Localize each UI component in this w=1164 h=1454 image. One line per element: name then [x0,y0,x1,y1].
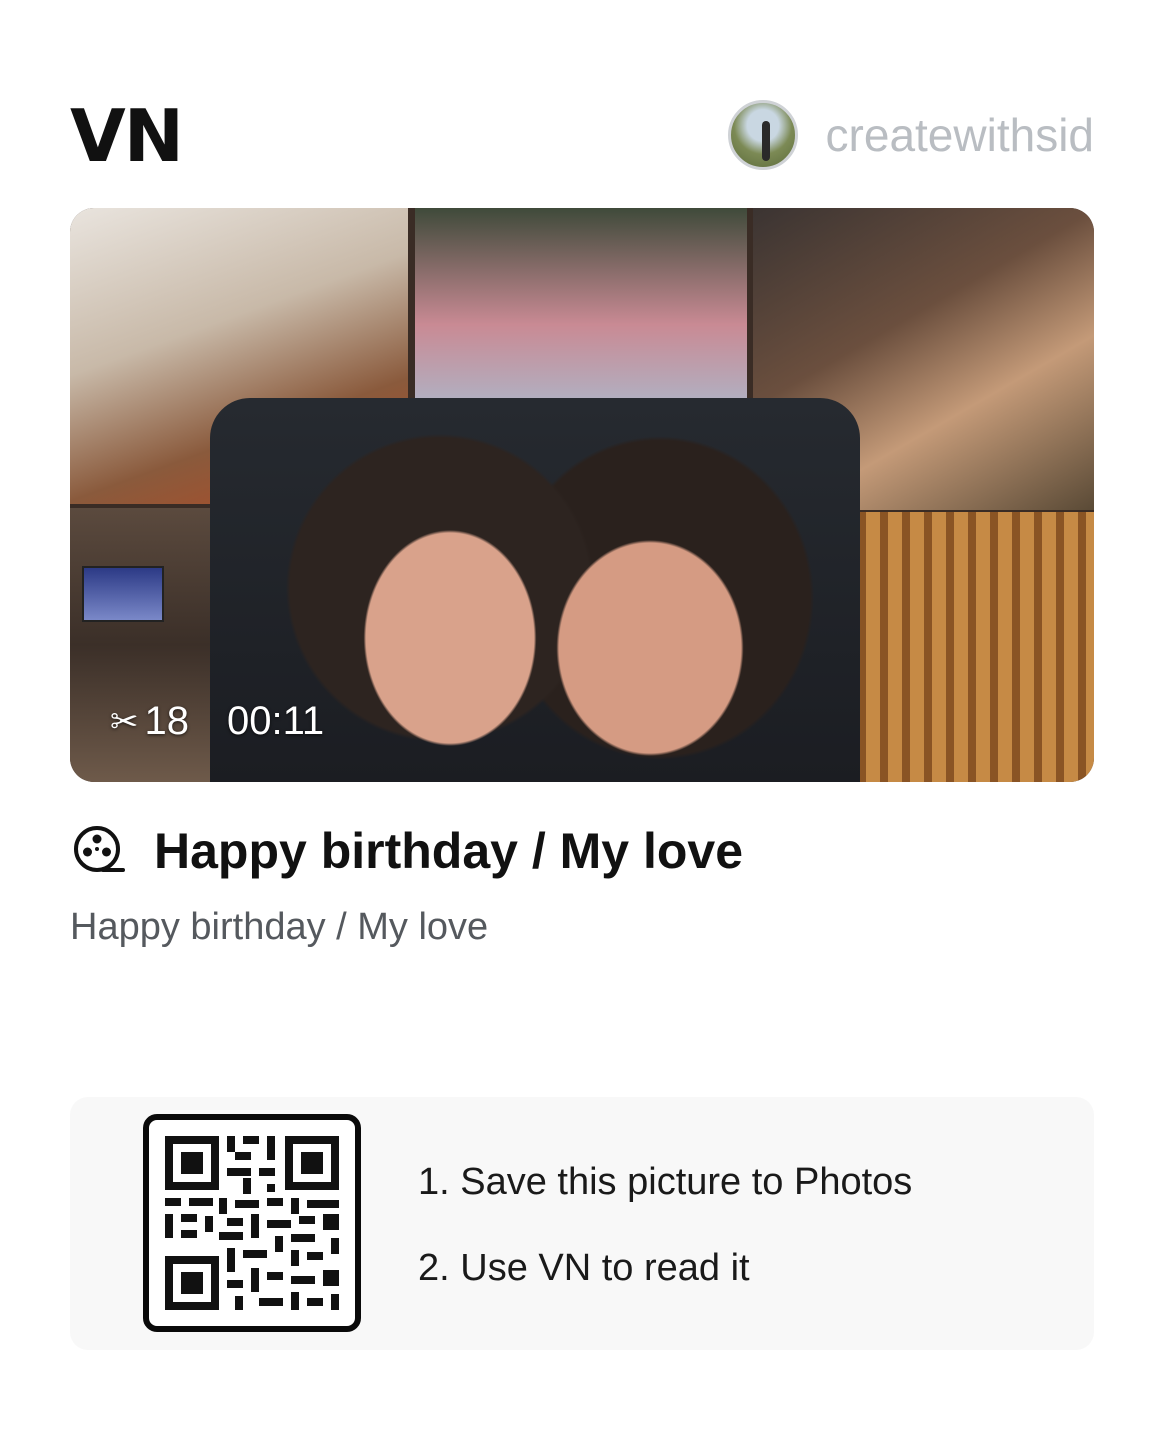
clip-count: 18 [144,699,190,743]
vn-logo: VN [70,94,184,178]
user-profile[interactable]: createwithsid [727,98,1094,172]
instructions-card: 1. Save this picture to Photos 2. Use VN… [70,1097,1094,1350]
project-title: Happy birthday / My love [154,823,744,879]
film-reel-icon [72,824,126,878]
project-subtitle: Happy birthday / My love [70,906,489,948]
duration: 00:11 [227,699,325,743]
scissors-icon: ✂ [110,701,139,742]
avatar[interactable] [727,100,798,170]
video-preview[interactable]: ✂ 18 00:11 [70,208,1094,782]
qr-code [143,1114,361,1332]
instruction-step: 2. Use VN to read it [418,1247,750,1289]
instruction-step: 1. Save this picture to Photos [418,1161,913,1203]
preview-meta: ✂ 18 00:11 [110,699,324,744]
username[interactable]: createwithsid [826,108,1094,162]
instruction-steps: 1. Save this picture to Photos 2. Use VN… [418,1159,912,1331]
project-title-row: Happy birthday / My love [72,822,743,880]
